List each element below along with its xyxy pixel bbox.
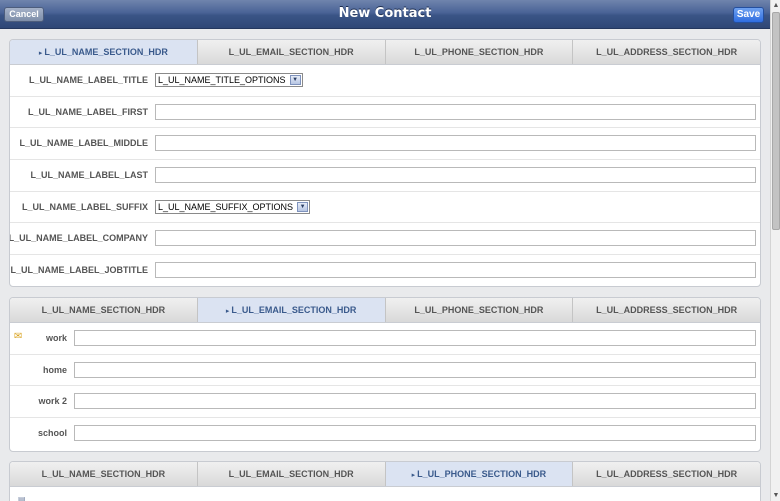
first-name-input[interactable] <box>155 103 756 120</box>
name-company-label: L_UL_NAME_LABEL_COMPANY <box>9 233 148 244</box>
name-jobtitle-label: L_UL_NAME_LABEL_JOBTITLE <box>10 265 148 276</box>
email-work2-input[interactable] <box>74 393 756 410</box>
email-work2-label: work 2 <box>38 396 67 407</box>
tab-email[interactable]: L_UL_EMAIL_SECTION_HDR <box>197 298 386 322</box>
name-title-label: L_UL_NAME_LABEL_TITLE <box>28 75 148 85</box>
tab-email[interactable]: L_UL_EMAIL_SECTION_HDR <box>197 462 386 486</box>
scroll-up-icon[interactable]: ▲ <box>772 1 780 10</box>
name-suffix-label: L_UL_NAME_LABEL_SUFFIX <box>21 201 148 212</box>
name-last-row: L_UL_NAME_LABEL_LAST <box>10 160 760 192</box>
tab-name[interactable]: L_UL_NAME_SECTION_HDR <box>10 40 198 64</box>
last-name-input[interactable] <box>155 167 756 184</box>
name-company-row: L_UL_NAME_LABEL_COMPANY <box>9 223 760 256</box>
tab-phone[interactable]: L_UL_PHONE_SECTION_HDR <box>385 298 574 322</box>
chevron-down-icon[interactable]: ▼ <box>297 201 309 212</box>
tab-name[interactable]: L_UL_NAME_SECTION_HDR <box>10 298 198 322</box>
section-tabs: L_UL_NAME_SECTION_HDR L_UL_EMAIL_SECTION… <box>10 40 760 65</box>
name-title-select-value: L_UL_NAME_TITLE_OPTIONS <box>158 75 286 85</box>
section-tabs: L_UL_NAME_SECTION_HDR L_UL_EMAIL_SECTION… <box>10 462 760 487</box>
jobtitle-input[interactable] <box>155 262 756 279</box>
page-title: New Contact <box>338 6 432 21</box>
name-title-row: L_UL_NAME_LABEL_TITLE L_UL_NAME_TITLE_OP… <box>10 65 760 97</box>
name-suffix-select-value: L_UL_NAME_SUFFIX_OPTIONS <box>158 201 294 212</box>
star-icon[interactable]: ✉ <box>14 331 26 342</box>
phone-icon: ▤ <box>18 495 26 501</box>
email-home-row: home <box>10 355 760 387</box>
tab-address[interactable]: L_UL_ADDRESS_SECTION_HDR <box>573 462 760 486</box>
section-tabs: L_UL_NAME_SECTION_HDR L_UL_EMAIL_SECTION… <box>10 298 760 323</box>
email-work-label: work <box>45 333 67 343</box>
name-first-row: L_UL_NAME_LABEL_FIRST <box>10 97 760 129</box>
name-jobtitle-row: L_UL_NAME_LABEL_JOBTITLE <box>10 255 760 286</box>
tab-phone[interactable]: L_UL_PHONE_SECTION_HDR <box>385 462 574 486</box>
tab-address[interactable]: L_UL_ADDRESS_SECTION_HDR <box>573 40 760 64</box>
name-middle-label: L_UL_NAME_LABEL_MIDDLE <box>19 138 148 149</box>
save-button[interactable]: Save <box>733 7 764 23</box>
middle-name-input[interactable] <box>155 135 756 152</box>
scroll-down-icon[interactable]: ▼ <box>772 491 780 500</box>
name-suffix-select[interactable]: L_UL_NAME_SUFFIX_OPTIONS ▼ <box>155 199 311 214</box>
scroll-thumb[interactable] <box>772 12 780 230</box>
email-work2-row: work 2 <box>10 386 760 419</box>
name-title-select[interactable]: L_UL_NAME_TITLE_OPTIONS ▼ <box>155 73 303 87</box>
company-input[interactable] <box>155 230 756 247</box>
name-first-label: L_UL_NAME_LABEL_FIRST <box>27 106 148 117</box>
email-home-input[interactable] <box>74 361 756 378</box>
name-middle-row: L_UL_NAME_LABEL_MIDDLE <box>10 128 760 161</box>
tab-name[interactable]: L_UL_NAME_SECTION_HDR <box>10 462 198 486</box>
name-suffix-row: L_UL_NAME_LABEL_SUFFIX L_UL_NAME_SUFFIX_… <box>10 192 760 224</box>
name-section-panel: L_UL_NAME_SECTION_HDR L_UL_EMAIL_SECTION… <box>9 39 761 287</box>
tab-phone[interactable]: L_UL_PHONE_SECTION_HDR <box>385 40 574 64</box>
phone-section-panel: L_UL_NAME_SECTION_HDR L_UL_EMAIL_SECTION… <box>9 461 761 501</box>
email-work-input[interactable] <box>74 330 756 346</box>
email-school-input[interactable] <box>74 425 756 442</box>
title-bar: Cancel New Contact Save <box>0 0 770 29</box>
email-work-row: ✉ work <box>10 323 760 355</box>
email-home-label: home <box>42 364 67 375</box>
vertical-scrollbar[interactable]: ▲ ▼ <box>770 0 780 501</box>
name-last-label: L_UL_NAME_LABEL_LAST <box>30 170 148 181</box>
tab-email[interactable]: L_UL_EMAIL_SECTION_HDR <box>197 40 386 64</box>
chevron-down-icon[interactable]: ▼ <box>289 75 301 85</box>
tab-address[interactable]: L_UL_ADDRESS_SECTION_HDR <box>573 298 760 322</box>
email-school-label: school <box>37 428 67 439</box>
email-school-row: school <box>10 418 760 450</box>
email-section-panel: L_UL_NAME_SECTION_HDR L_UL_EMAIL_SECTION… <box>9 297 761 452</box>
